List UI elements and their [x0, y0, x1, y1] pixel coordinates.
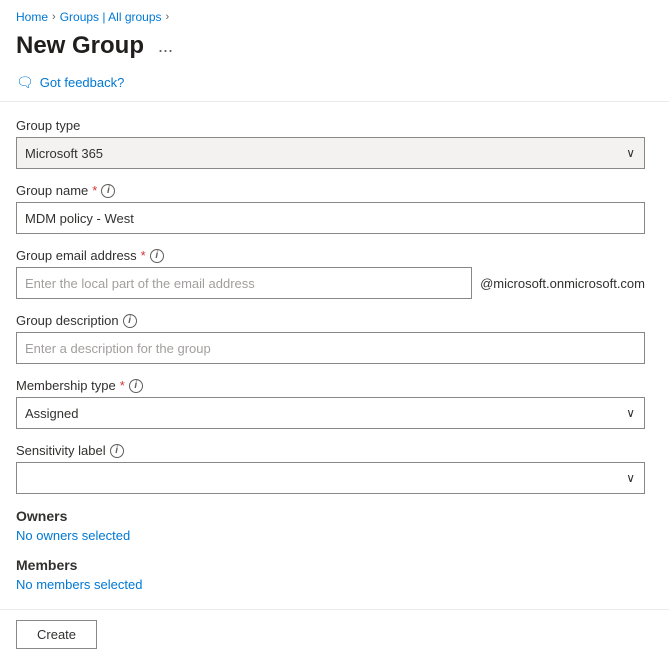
group-email-label: Group email address * i [16, 248, 645, 263]
group-email-info-icon[interactable]: i [150, 249, 164, 263]
page-title: New Group [16, 32, 144, 60]
email-domain-label: @microsoft.onmicrosoft.com [480, 276, 645, 291]
group-name-label: Group name * i [16, 183, 645, 198]
sensitivity-label-label: Sensitivity label i [16, 443, 645, 458]
group-description-label: Group description i [16, 313, 645, 328]
group-type-label: Group type [16, 118, 645, 133]
no-owners-link[interactable]: No owners selected [16, 528, 130, 543]
group-name-required: * [92, 183, 97, 198]
membership-type-required: * [120, 378, 125, 393]
membership-type-label: Membership type * i [16, 378, 645, 393]
group-description-input[interactable] [16, 332, 645, 364]
chevron-icon-1: › [52, 11, 56, 23]
breadcrumb: Home › Groups | All groups › [0, 0, 669, 28]
group-type-select-wrapper: Microsoft 365 Security Mail-enabled Secu… [16, 137, 645, 169]
no-members-link[interactable]: No members selected [16, 577, 142, 592]
membership-type-info-icon[interactable]: i [129, 379, 143, 393]
email-input-wrap [16, 267, 472, 299]
sensitivity-label-select[interactable] [16, 462, 645, 494]
form-scroll-area: Group type Microsoft 365 Security Mail-e… [0, 102, 669, 609]
group-type-group: Group type Microsoft 365 Security Mail-e… [16, 118, 645, 169]
group-type-select[interactable]: Microsoft 365 Security Mail-enabled Secu… [16, 137, 645, 169]
owners-heading: Owners [16, 508, 645, 524]
group-name-info-icon[interactable]: i [101, 184, 115, 198]
group-name-group: Group name * i [16, 183, 645, 234]
breadcrumb-home[interactable]: Home [16, 10, 48, 24]
breadcrumb-groups[interactable]: Groups | All groups [60, 10, 162, 24]
group-name-input[interactable] [16, 202, 645, 234]
group-description-group: Group description i [16, 313, 645, 364]
sensitivity-label-info-icon[interactable]: i [110, 444, 124, 458]
group-description-info-icon[interactable]: i [123, 314, 137, 328]
membership-type-select-wrapper: Assigned Dynamic User Dynamic Device ∨ [16, 397, 645, 429]
group-email-input[interactable] [16, 267, 472, 299]
chevron-icon-2: › [166, 11, 170, 23]
owners-section: Owners No owners selected [16, 508, 645, 543]
group-email-required: * [141, 248, 146, 263]
feedback-bar[interactable]: 🗨 Got feedback? [0, 68, 669, 101]
feedback-label: Got feedback? [40, 75, 125, 90]
sensitivity-label-group: Sensitivity label i ∨ [16, 443, 645, 494]
members-heading: Members [16, 557, 645, 573]
membership-type-group: Membership type * i Assigned Dynamic Use… [16, 378, 645, 429]
sensitivity-label-select-wrapper: ∨ [16, 462, 645, 494]
members-section: Members No members selected [16, 557, 645, 592]
group-email-group: Group email address * i @microsoft.onmic… [16, 248, 645, 299]
page-container: Home › Groups | All groups › New Group .… [0, 0, 669, 659]
more-options-icon[interactable]: ... [152, 34, 179, 59]
footer-bar: Create [0, 609, 669, 659]
create-button[interactable]: Create [16, 620, 97, 649]
feedback-icon: 🗨 [16, 74, 34, 91]
membership-type-select[interactable]: Assigned Dynamic User Dynamic Device [16, 397, 645, 429]
page-header: New Group ... [0, 28, 669, 68]
group-email-row: @microsoft.onmicrosoft.com [16, 267, 645, 299]
